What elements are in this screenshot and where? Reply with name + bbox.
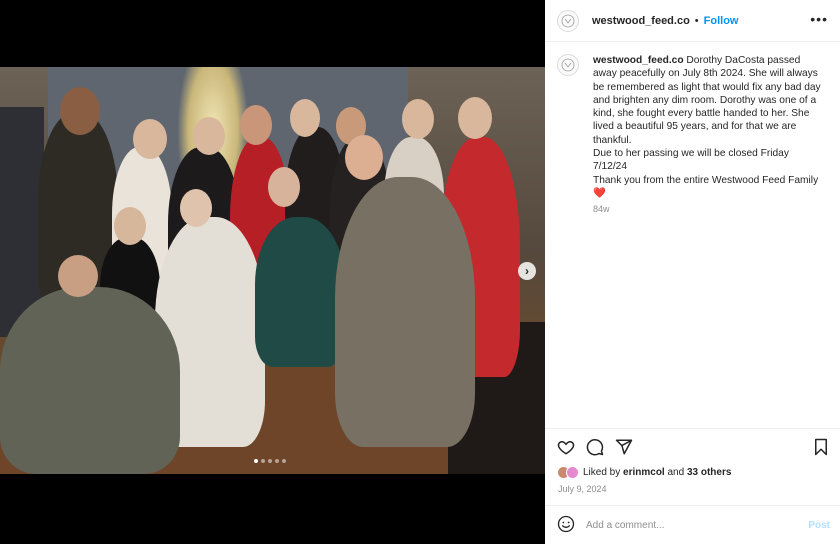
- post-comment-button[interactable]: Post: [808, 520, 830, 531]
- caption-timestamp[interactable]: 84w: [593, 203, 825, 216]
- carousel-indicator: [254, 459, 286, 463]
- carousel-dot: [268, 459, 272, 463]
- post-photo: [0, 67, 545, 474]
- username-link[interactable]: westwood_feed.co: [592, 15, 690, 27]
- caption-line: Thank you from the entire Westwood Feed …: [593, 174, 819, 186]
- likes-others-link[interactable]: 33 others: [687, 467, 731, 478]
- caption-username[interactable]: westwood_feed.co: [593, 55, 684, 66]
- brand-logo-icon: [561, 58, 575, 72]
- post-header: westwood_feed.co • Follow •••: [545, 0, 840, 42]
- post-date[interactable]: July 9, 2024: [558, 484, 607, 494]
- smiley-icon[interactable]: [557, 515, 575, 536]
- carousel-dot: [261, 459, 265, 463]
- carousel-dot: [282, 459, 286, 463]
- carousel-dot: [254, 459, 258, 463]
- liker-avatar[interactable]: [566, 466, 579, 479]
- comment-box: Post: [545, 505, 840, 544]
- carousel-dot: [275, 459, 279, 463]
- avatar[interactable]: [557, 9, 579, 32]
- post-sidebar: westwood_feed.co • Follow ••• westwood_f…: [545, 0, 840, 544]
- likes-summary: Liked by erinmcol and 33 others: [557, 466, 731, 479]
- follow-button[interactable]: Follow: [704, 15, 739, 27]
- carousel-next-button[interactable]: ›: [518, 262, 536, 280]
- bookmark-icon[interactable]: [813, 438, 829, 459]
- header-separator: •: [694, 14, 699, 27]
- heart-icon[interactable]: [557, 438, 575, 459]
- heart-emoji: ❤️: [593, 187, 606, 199]
- liked-by-user-link[interactable]: erinmcol: [623, 467, 665, 478]
- caption: westwood_feed.co Dorothy DaCosta passed …: [557, 54, 832, 217]
- more-dots-icon[interactable]: •••: [810, 11, 828, 27]
- action-bar: [545, 428, 840, 462]
- comment-input[interactable]: [586, 519, 786, 531]
- paper-plane-icon[interactable]: [615, 438, 633, 459]
- brand-logo-icon: [561, 14, 575, 27]
- avatar[interactable]: [557, 54, 579, 76]
- likes-prefix: Liked by: [583, 467, 621, 478]
- caption-text: westwood_feed.co Dorothy DaCosta passed …: [593, 54, 825, 217]
- likes-joiner: and: [667, 467, 685, 478]
- post-media: ›: [0, 0, 545, 544]
- likes-text: Liked by erinmcol and 33 others: [583, 467, 731, 478]
- caption-line: Dorothy DaCosta passed away peacefully o…: [593, 55, 821, 146]
- caption-line: Due to her passing we will be closed Fri…: [593, 148, 789, 173]
- comment-icon[interactable]: [586, 438, 604, 459]
